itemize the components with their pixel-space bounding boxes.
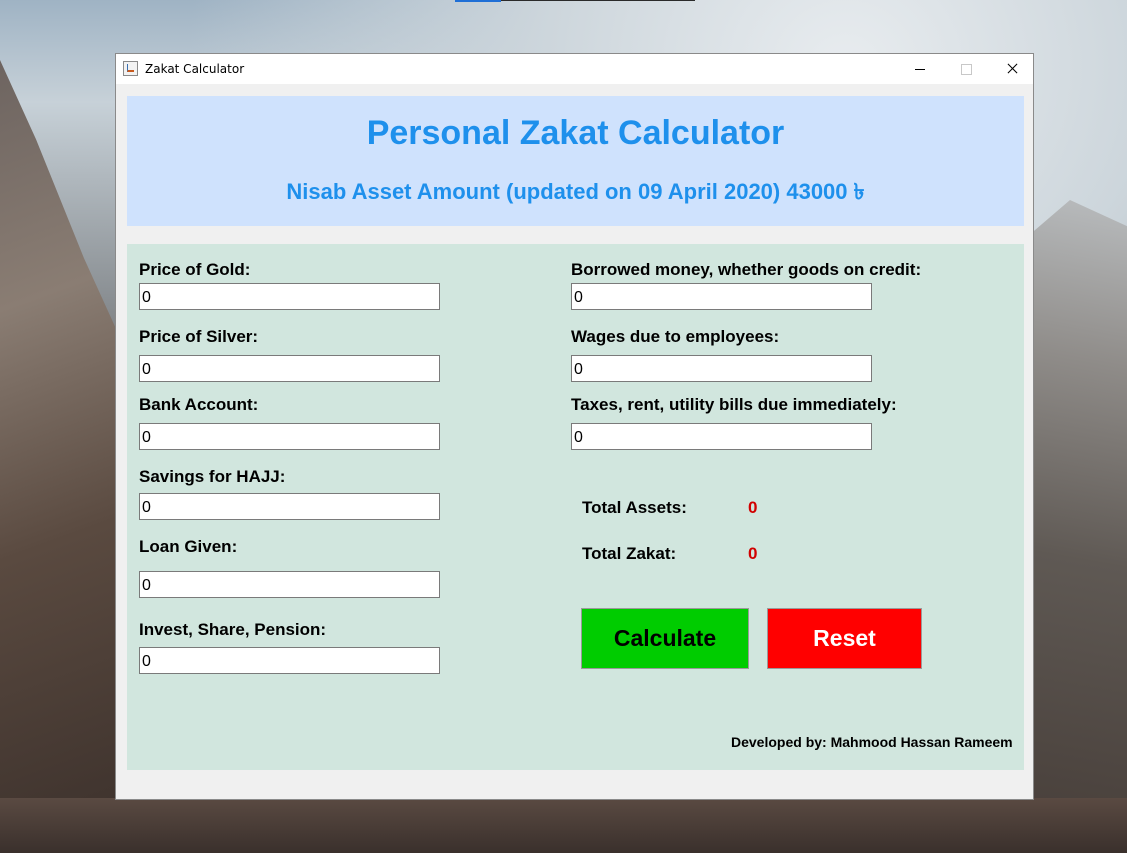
gold-price-input[interactable] [139, 283, 440, 310]
header-panel: Personal Zakat Calculator Nisab Asset Am… [127, 96, 1024, 226]
calculate-button[interactable]: Calculate [581, 608, 749, 669]
wallpaper-mountain-right [1032, 200, 1127, 853]
window-edge-behind [501, 0, 695, 1]
wages-due-input[interactable] [571, 355, 872, 382]
developer-credit: Developed by: Mahmood Hassan Rameem [731, 734, 1013, 750]
silver-price-label: Price of Silver: [139, 327, 259, 346]
loan-given-input[interactable] [139, 571, 440, 598]
wages-due-label: Wages due to employees: [571, 327, 780, 346]
investments-label: Invest, Share, Pension: [139, 620, 327, 639]
maximize-icon[interactable] [943, 54, 989, 84]
reset-button[interactable]: Reset [767, 608, 922, 669]
hajj-savings-label: Savings for HAJJ: [139, 467, 286, 486]
page-title: Personal Zakat Calculator [366, 114, 785, 152]
gold-price-label: Price of Gold: [139, 260, 251, 279]
wallpaper-mountain-left [0, 60, 120, 853]
bank-account-input[interactable] [139, 423, 440, 450]
borrowed-money-input[interactable] [571, 283, 872, 310]
bank-account-label: Bank Account: [139, 395, 259, 414]
total-zakat-label: Total Zakat: [582, 544, 677, 563]
investments-input[interactable] [139, 647, 440, 674]
close-icon[interactable] [989, 54, 1035, 84]
minimize-icon[interactable] [897, 54, 943, 84]
form-panel: Price of Gold: Price of Silver: Bank Acc… [127, 244, 1024, 770]
total-zakat-value: 0 [748, 544, 758, 563]
java-app-icon [123, 61, 138, 76]
total-assets-value: 0 [748, 498, 758, 517]
bills-due-input[interactable] [571, 423, 872, 450]
taskbar-highlight [455, 0, 501, 2]
window-title: Zakat Calculator [145, 62, 245, 76]
total-assets-label: Total Assets: [582, 498, 687, 517]
bills-due-label: Taxes, rent, utility bills due immediate… [571, 395, 897, 414]
hajj-savings-input[interactable] [139, 493, 440, 520]
wallpaper-ground [0, 798, 1127, 853]
nisab-subtitle: Nisab Asset Amount (updated on 09 April … [286, 179, 865, 204]
silver-price-input[interactable] [139, 355, 440, 382]
app-window: Zakat Calculator Personal Zakat Calculat… [115, 53, 1034, 800]
borrowed-money-label: Borrowed money, whether goods on credit: [571, 260, 922, 279]
loan-given-label: Loan Given: [139, 537, 238, 556]
title-bar[interactable]: Zakat Calculator [116, 54, 1033, 84]
